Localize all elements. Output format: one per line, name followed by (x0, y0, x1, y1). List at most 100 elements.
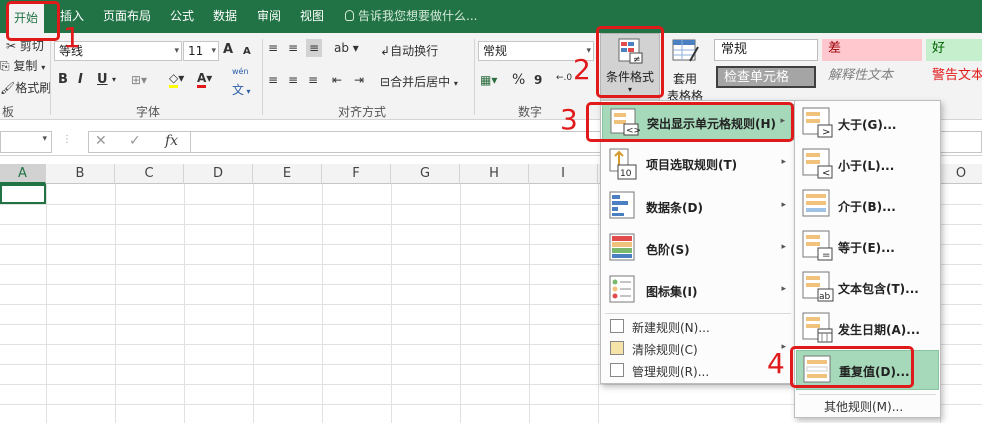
align-left-icon[interactable]: ≡ (268, 71, 278, 89)
submenu-item-greater-than[interactable]: > 大于(G)... (796, 104, 939, 142)
column-header-i[interactable]: I (529, 164, 598, 184)
tab-data[interactable]: 数据 (213, 0, 237, 33)
style-check-cell[interactable]: 检查单元格 (716, 66, 816, 88)
merge-center-button[interactable]: ⊟合并后居中 ▾ (380, 73, 458, 90)
format-painter-button[interactable]: 🖌格式刷 (0, 79, 51, 96)
merge-icon: ⊟ (380, 75, 391, 89)
fill-color-icon[interactable]: ◇▾ (169, 69, 184, 88)
italic-button[interactable]: I (78, 71, 83, 89)
style-warning[interactable]: 警告文本 (926, 66, 982, 88)
excel-window: 开始 插入 页面布局 公式 数据 审阅 视图 告诉我您想要做什么... ✂ 剪切… (0, 0, 982, 423)
tab-view[interactable]: 视图 (300, 0, 324, 33)
tab-review[interactable]: 审阅 (257, 0, 281, 33)
menu-item-new-rule[interactable]: 新建规则(N)... (602, 316, 794, 338)
wrap-text-icon: ↲ (380, 44, 391, 58)
cancel-icon[interactable]: ✕ (95, 133, 107, 149)
style-explanatory[interactable]: 解释性文本 (822, 66, 922, 88)
annotation-box-duplicate-values (790, 346, 914, 388)
percent-style-button[interactable]: % (512, 71, 525, 89)
annotation-box-conditional-formatting (596, 26, 664, 98)
column-header-f[interactable]: F (322, 164, 391, 184)
align-middle-icon[interactable]: ≡ (288, 39, 298, 57)
submenu-item-date-occurring[interactable]: 发生日期(A)... (796, 309, 939, 347)
column-header-d[interactable]: D (184, 164, 253, 184)
submenu-item-less-than[interactable]: < 小于(L)... (796, 145, 939, 183)
column-header-a[interactable]: A (0, 164, 46, 184)
tab-formulas[interactable]: 公式 (170, 0, 194, 33)
font-color-icon[interactable]: A▾ (197, 69, 212, 88)
annotation-box-home-tab (6, 1, 60, 41)
annotation-number-1: 1 (63, 21, 81, 54)
align-right-icon[interactable]: ≡ (308, 71, 318, 89)
wrap-text-button[interactable]: ↲自动换行 (380, 42, 438, 59)
less-than-icon: < (802, 148, 833, 179)
accounting-format-icon[interactable]: ▦▾ (480, 71, 497, 89)
menu-item-color-scales[interactable]: 色阶(S) ▸ (602, 228, 794, 268)
svg-text:10: 10 (620, 169, 632, 179)
orientation-icon[interactable]: ab ▾ (334, 39, 359, 57)
submenu-item-more-rules[interactable]: 其他规则(M)... (796, 396, 939, 416)
tell-me-text: 告诉我您想要做什么... (358, 9, 478, 23)
align-top-icon[interactable]: ≡ (268, 39, 278, 57)
font-group-label: 字体 (136, 105, 161, 119)
greater-than-icon: > (802, 107, 833, 138)
insert-function-icon[interactable]: fx (165, 133, 178, 149)
menu-item-manage-rules[interactable]: 管理规则(R)... (602, 360, 794, 382)
text-contains-icon: ab (802, 271, 834, 302)
enter-icon[interactable]: ✓ (129, 133, 141, 149)
increase-decimal-icon[interactable]: ←.0 (556, 69, 572, 87)
menu-item-icon-sets[interactable]: 图标集(I) ▸ (602, 270, 794, 310)
formula-bar-grip: ⋮ (62, 134, 72, 145)
style-good[interactable]: 好 (926, 39, 982, 61)
tell-me-search[interactable]: 告诉我您想要做什么... (345, 0, 477, 33)
column-header-o[interactable]: O (940, 164, 982, 184)
underline-dropdown[interactable]: ▾ (112, 71, 116, 89)
format-as-table-label-1: 套用 (672, 72, 697, 86)
column-header-c[interactable]: C (115, 164, 184, 184)
copy-button[interactable]: ⎘ 复制 ▾ (0, 57, 45, 74)
submenu-arrow-icon: ▸ (781, 200, 786, 210)
column-header-h[interactable]: H (460, 164, 529, 184)
annotation-box-highlight-rules (586, 102, 794, 142)
date-occurring-icon (802, 312, 833, 343)
menu-item-data-bars[interactable]: 数据条(D) ▸ (602, 186, 794, 226)
group-separator (50, 39, 51, 115)
eraser-icon (610, 341, 624, 355)
decrease-indent-icon[interactable]: ⇤ (332, 71, 342, 89)
submenu-item-text-contains[interactable]: ab 文本包含(T)... (796, 268, 939, 306)
phonetic-guide-icon[interactable]: wén 文 ▾ (232, 63, 251, 101)
submenu-item-equal-to[interactable]: = 等于(E)... (796, 227, 939, 265)
column-header-e[interactable]: E (253, 164, 322, 184)
column-header-b[interactable]: B (46, 164, 115, 184)
number-group-label: 数字 (518, 105, 543, 119)
submenu-item-between[interactable]: 介于(B)... (796, 186, 939, 224)
font-size-combo[interactable]: 11 ▾ (183, 41, 219, 61)
menu-separator (799, 394, 936, 395)
column-header-g[interactable]: G (391, 164, 460, 184)
align-center-icon[interactable]: ≡ (288, 71, 298, 89)
menu-separator (605, 313, 791, 314)
borders-icon[interactable]: ⊞▾ (131, 71, 147, 89)
data-bars-icon (609, 191, 635, 219)
menu-item-clear-rules[interactable]: 清除规则(C) ▸ (602, 338, 794, 360)
underline-button[interactable]: U (97, 71, 108, 89)
shrink-font-button[interactable]: A (243, 43, 251, 61)
name-box[interactable]: ▾ (0, 131, 52, 153)
grow-font-button[interactable]: A (223, 41, 233, 59)
align-bottom-icon[interactable]: ≡ (306, 39, 323, 57)
style-bad[interactable]: 差 (822, 39, 922, 61)
active-cell[interactable] (0, 184, 46, 204)
menu-item-top-bottom-rules[interactable]: 10 项目选取规则(T) ▸ (602, 144, 794, 184)
svg-text:ab: ab (819, 292, 831, 302)
bold-button[interactable]: B (58, 71, 68, 89)
style-normal[interactable]: 常规 (714, 39, 818, 61)
lightbulb-icon (345, 10, 354, 21)
alignment-group-label: 对齐方式 (338, 105, 387, 119)
comma-style-button[interactable]: 9 (534, 71, 542, 89)
ribbon-tab-bar: 开始 插入 页面布局 公式 数据 审阅 视图 告诉我您想要做什么... (0, 0, 982, 33)
annotation-number-4: 4 (767, 347, 785, 380)
tab-page-layout[interactable]: 页面布局 (103, 0, 151, 33)
copy-icon: ⎘ (0, 59, 14, 73)
increase-indent-icon[interactable]: ⇥ (354, 71, 364, 89)
submenu-arrow-icon: ▸ (781, 242, 786, 252)
